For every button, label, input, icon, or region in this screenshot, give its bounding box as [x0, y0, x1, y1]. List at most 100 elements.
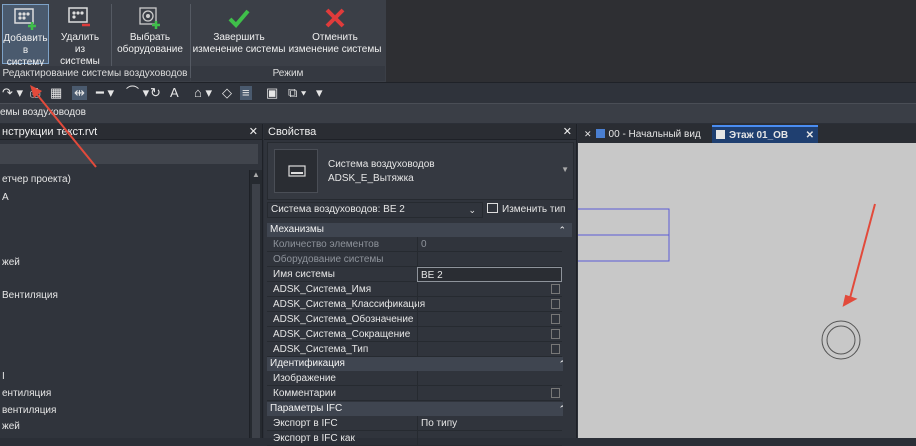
cancel-editing-system-button[interactable]: Отменить изменение системы — [288, 4, 382, 64]
property-row: Имя системы ВЕ 2 — [267, 267, 562, 282]
type-dropdown-arrow-icon[interactable]: ▼ — [561, 165, 569, 174]
select-equipment-button[interactable]: Выбрать оборудование — [114, 4, 186, 64]
group-header-identity[interactable]: Идентификация⌃ — [267, 357, 572, 371]
close-windows-icon[interactable]: ▣ — [266, 86, 278, 100]
properties-scrollbar[interactable] — [563, 351, 574, 438]
property-name: Оборудование системы — [273, 254, 384, 265]
property-value[interactable] — [417, 431, 562, 446]
property-row: Изображение — [267, 371, 562, 386]
switch-windows-icon[interactable]: ⧉ ▾ — [288, 86, 306, 100]
group-title: Механизмы — [270, 224, 324, 235]
tree-item[interactable]: вентиляция — [2, 405, 56, 416]
property-row: ADSK_Система_Классификация — [267, 297, 562, 312]
property-name: ADSK_Система_Классификация — [273, 299, 426, 310]
property-name: Изображение — [273, 373, 336, 384]
tag-icon[interactable]: ⌒ ▾ — [126, 86, 149, 100]
remove-from-system-label-1: Удалить — [60, 32, 100, 43]
browser-scrollbar[interactable]: ▲ — [249, 170, 262, 438]
home-icon[interactable]: ⌂ ▾ — [194, 86, 212, 100]
chevron-down-icon: ⌄ — [468, 205, 476, 215]
property-name: Комментарии — [273, 388, 336, 399]
select-equipment-icon — [114, 4, 186, 32]
remove-from-system-icon — [54, 4, 106, 32]
tab-label: Этаж 01_ОВ — [729, 130, 789, 141]
tree-item[interactable]: ентиляция — [2, 388, 51, 399]
section-icon[interactable]: ◇ — [222, 86, 232, 100]
edit-type-label: Изменить тип — [502, 204, 566, 215]
property-row: Количество элементов 0 — [267, 237, 562, 252]
customize-qat-icon[interactable]: ▾ — [316, 86, 323, 100]
tree-item[interactable]: етчер проекта) — [2, 174, 71, 185]
tree-item[interactable]: I — [2, 371, 5, 382]
scrollbar-thumb[interactable] — [252, 184, 260, 438]
properties-title: Свойства — [268, 126, 317, 138]
property-value[interactable] — [417, 327, 562, 342]
drawing-view[interactable]: ✕ 00 - Начальный вид Этаж 01_ОВ ✕ — [578, 124, 916, 438]
property-value[interactable] — [417, 312, 562, 327]
tree-item[interactable]: жей — [2, 421, 20, 432]
property-value: 0 — [417, 237, 562, 252]
type-name-line1: Система воздуховодов — [328, 159, 435, 170]
tree-item[interactable]: Вентиляция — [2, 290, 58, 301]
close-icon[interactable]: ✕ — [249, 124, 258, 140]
drawing-canvas[interactable] — [578, 143, 916, 438]
options-bar: емы воздуховодов — [0, 103, 916, 123]
panel-label-mode: Режим — [191, 66, 385, 81]
property-checkbox[interactable] — [551, 329, 560, 339]
annotation-arrow — [842, 203, 876, 307]
property-name: Количество элементов — [273, 239, 380, 250]
tab-floor-01[interactable]: Этаж 01_ОВ ✕ — [712, 125, 818, 143]
add-to-system-button[interactable]: Добавить в систему — [2, 4, 49, 68]
duct-system-icon — [274, 149, 318, 193]
property-row: ADSK_Система_Тип — [267, 342, 562, 357]
property-name: Экспорт в IFC — [273, 418, 338, 429]
view-icon — [716, 130, 725, 139]
ribbon: Добавить в систему Удалить из системы Вы… — [0, 0, 916, 82]
remove-from-system-button[interactable]: Удалить из системы — [54, 4, 106, 67]
property-row: ADSK_Система_Обозначение — [267, 312, 562, 327]
scroll-up-arrow[interactable]: ▲ — [250, 170, 262, 179]
group-header-ifc[interactable]: Параметры IFC⌃ — [267, 402, 572, 416]
property-value[interactable] — [417, 297, 562, 312]
tab-start-view[interactable]: ✕ 00 - Начальный вид — [580, 125, 712, 143]
tree-item[interactable]: жей — [2, 257, 20, 268]
cancel-editing-label-1: Отменить — [312, 32, 358, 43]
thin-lines-icon[interactable]: ≡ — [240, 86, 252, 100]
close-icon[interactable]: ✕ — [563, 124, 572, 140]
property-value[interactable] — [417, 342, 562, 357]
add-to-system-label-1: Добавить — [3, 33, 48, 44]
property-name: Экспорт в IFC как — [273, 433, 355, 444]
property-row: ADSK_Система_Имя — [267, 282, 562, 297]
instance-selector-value: Система воздуховодов: ВЕ 2 — [271, 204, 405, 215]
edit-type-icon — [487, 203, 498, 213]
property-value[interactable]: По типу — [417, 416, 562, 431]
edit-type-button[interactable]: Изменить тип — [487, 202, 571, 218]
group-header-mechanical[interactable]: Механизмы ⌃ — [267, 223, 572, 237]
property-value[interactable] — [417, 386, 562, 401]
group-title: Параметры IFC — [270, 403, 343, 414]
select-equipment-label-1: Выбрать — [129, 32, 171, 43]
rotate-icon[interactable]: ↻ — [150, 86, 161, 100]
property-row: ADSK_Система_Сокращение — [267, 327, 562, 342]
property-checkbox[interactable] — [551, 388, 560, 398]
instance-selector[interactable]: Система воздуховодов: ВЕ 2 ⌄ — [267, 202, 483, 218]
property-name: ADSK_Система_Сокращение — [273, 329, 411, 340]
property-checkbox[interactable] — [551, 314, 560, 324]
finish-editing-system-button[interactable]: Завершить изменение системы — [192, 4, 286, 64]
property-checkbox[interactable] — [551, 299, 560, 309]
tree-item[interactable]: А — [2, 192, 9, 203]
property-name: ADSK_Система_Имя — [273, 284, 372, 295]
property-checkbox[interactable] — [551, 284, 560, 294]
property-checkbox[interactable] — [551, 344, 560, 354]
view-close-icon[interactable]: ✕ — [584, 129, 592, 139]
system-name-input[interactable]: ВЕ 2 — [417, 267, 562, 282]
ribbon-empty-area — [386, 0, 916, 82]
collapse-icon: ⌃ — [558, 225, 566, 235]
text-icon[interactable]: A — [170, 86, 179, 100]
annotation-arrow-ribbon — [30, 85, 97, 168]
property-name: ADSK_Система_Тип — [273, 344, 369, 355]
property-value[interactable] — [417, 371, 562, 386]
property-row: Экспорт в IFC По типу — [267, 416, 562, 431]
property-value[interactable] — [417, 282, 562, 297]
select-equipment-label-2: оборудование — [117, 44, 183, 55]
